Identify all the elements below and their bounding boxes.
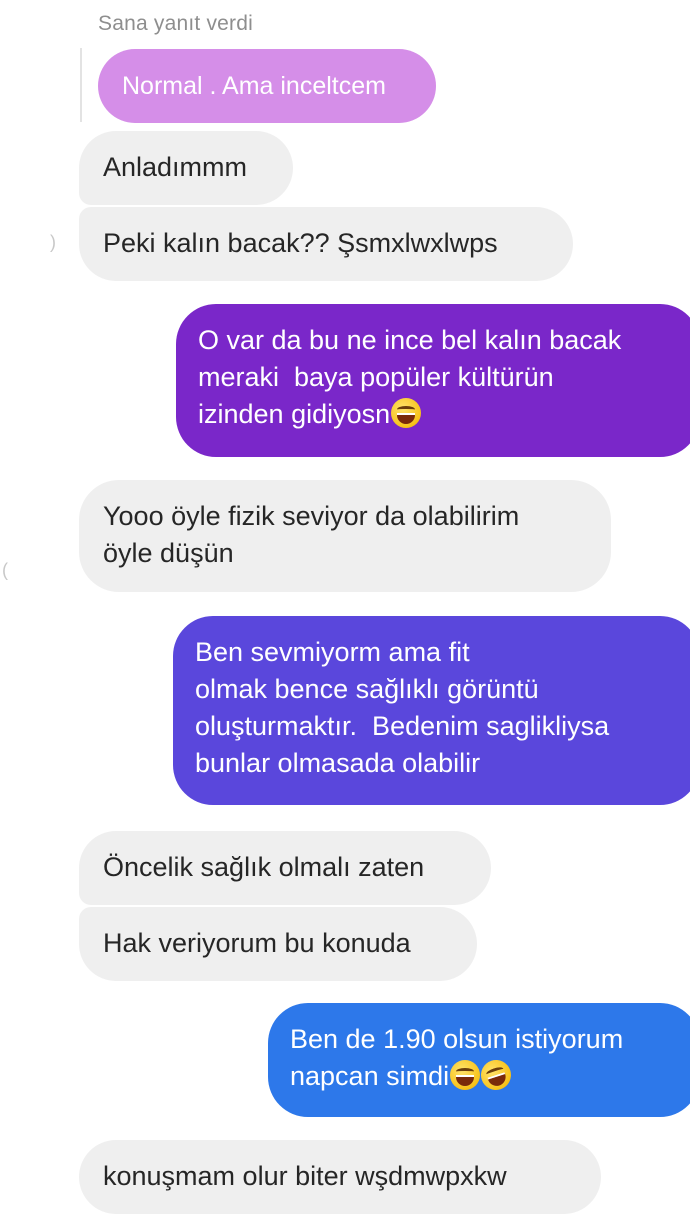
message-line: oluşturmaktır. Bedenim saglikliysa (195, 711, 610, 741)
message-line: bunlar olmasada olabilir (195, 748, 481, 778)
message-line: O var da bu ne ince bel kalın bacak (198, 325, 622, 355)
edge-mark: ( (2, 560, 8, 580)
message-outgoing[interactable]: O var da bu ne ince bel kalın bacak mera… (176, 304, 690, 457)
message-line: Ben de 1.90 olsun istiyorum (290, 1024, 624, 1054)
message-incoming[interactable]: Peki kalın bacak?? Şsmxlwxlwps (79, 207, 573, 281)
message-incoming[interactable]: Hak veriyorum bu konuda (79, 907, 477, 981)
message-outgoing[interactable]: Ben sevmiyorm ama fit olmak bence sağlık… (173, 616, 690, 805)
rolling-laughing-icon (477, 1056, 515, 1094)
reply-header: Sana yanıt verdi (98, 12, 253, 35)
message-line: meraki baya popüler kültürün (198, 362, 554, 392)
message-line: Ben sevmiyorm ama fit (195, 637, 470, 667)
edge-mark: ) (50, 232, 56, 252)
message-incoming[interactable]: Öncelik sağlık olmalı zaten (79, 831, 491, 905)
quoted-message-bubble[interactable]: Normal . Ama inceltcem (98, 49, 436, 123)
reply-quote-bar (80, 48, 82, 122)
message-line: izinden gidiyosn (198, 399, 391, 429)
message-line: Yooo öyle fizik seviyor da olabilirim (103, 501, 520, 531)
message-line: napcan simdi (290, 1061, 450, 1091)
tears-of-joy-icon (450, 1060, 481, 1090)
message-outgoing[interactable]: Ben de 1.90 olsun istiyorum napcan simdi (268, 1003, 690, 1117)
message-incoming[interactable]: Yooo öyle fizik seviyor da olabilirim öy… (79, 480, 611, 592)
message-incoming[interactable]: konuşmam olur biter wşdmwpxkw (79, 1140, 601, 1214)
grinning-face-icon (391, 398, 422, 428)
message-incoming[interactable]: Anladımmm (79, 131, 293, 205)
message-line: öyle düşün (103, 538, 234, 568)
message-line: olmak bence sağlıklı görüntü (195, 674, 539, 704)
